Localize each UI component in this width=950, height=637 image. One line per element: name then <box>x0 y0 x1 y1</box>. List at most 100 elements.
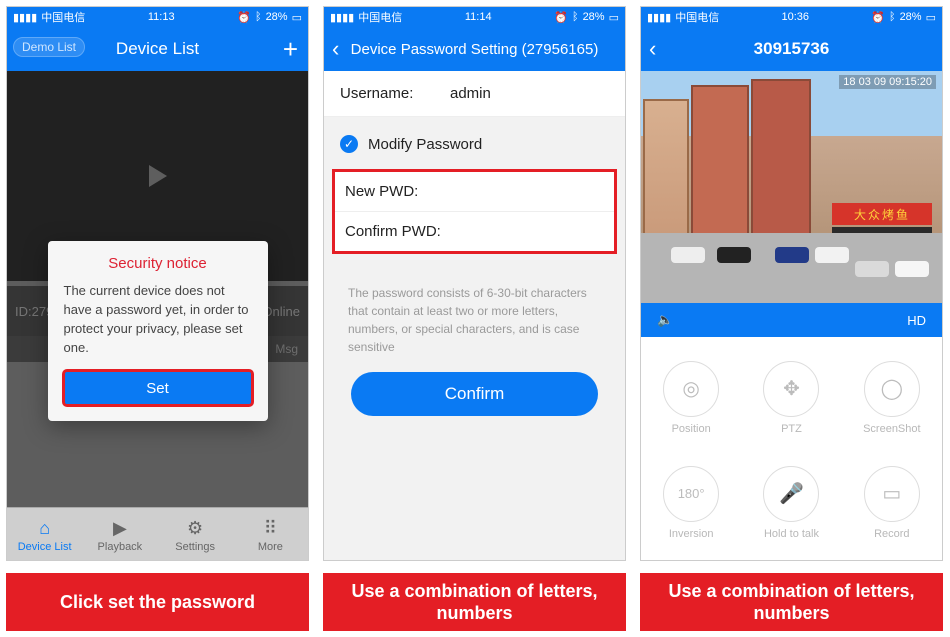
header: Demo List Device List + <box>7 27 308 71</box>
hd-toggle[interactable]: HD <box>907 313 926 328</box>
page-title: 30915736 <box>754 39 830 59</box>
add-device-icon[interactable]: + <box>283 34 298 65</box>
phone-1: ▮▮▮▮ 中国电信 11:13 ⏰ ᛒ 28% ▭ Demo List Device L… <box>6 6 309 561</box>
password-fields-group: New PWD: Confirm PWD: <box>332 169 617 254</box>
battery-icon: ▭ <box>292 11 302 24</box>
ctrl-label: ScreenShot <box>863 423 920 435</box>
carrier: 中国电信 <box>41 9 85 25</box>
tab-settings[interactable]: ⚙ Settings <box>158 508 233 561</box>
car <box>815 247 849 263</box>
camera-timestamp: 18 03 09 09:15:20 <box>839 75 936 89</box>
status-bar: ▮▮▮▮ 中国电信 11:13 ⏰ ᛒ 28% ▭ <box>7 7 308 27</box>
tab-label: Device List <box>18 541 72 553</box>
record-icon: ▭ <box>864 466 920 522</box>
page-title: Device List <box>116 39 199 59</box>
confirm-pwd-row[interactable]: Confirm PWD: <box>335 212 614 251</box>
clock: 10:36 <box>781 11 809 23</box>
car <box>671 247 705 263</box>
battery-icon: ▭ <box>609 11 619 24</box>
status-bar: ▮▮▮▮中国电信 10:36 ⏰ᛒ28%▭ <box>641 7 942 27</box>
carrier: 中国电信 <box>675 9 719 25</box>
password-hint: The password consists of 6-30-bit charac… <box>324 254 625 370</box>
inversion-icon: 180° <box>663 466 719 522</box>
building <box>643 99 689 255</box>
battery-pct: 28% <box>900 11 922 23</box>
status-bar: ▮▮▮▮ 中国电信 11:14 ⏰ ᛒ 28% ▭ <box>324 7 625 27</box>
back-icon[interactable]: ‹ <box>649 36 656 62</box>
alarm-icon: ⏰ <box>871 11 885 24</box>
clock: 11:14 <box>465 11 492 23</box>
ctrl-label: Hold to talk <box>764 528 819 540</box>
modal-body: The current device does not have a passw… <box>64 282 252 357</box>
signal-icon: ▮▮▮▮ <box>330 11 354 24</box>
home-icon: ⌂ <box>39 518 50 539</box>
ctrl-label: Record <box>874 528 909 540</box>
back-icon[interactable]: ‹ <box>332 36 339 62</box>
alarm-icon: ⏰ <box>237 11 251 24</box>
gear-icon: ⚙ <box>187 518 203 539</box>
car <box>895 261 929 277</box>
tab-device-list[interactable]: ⌂ Device List <box>7 508 82 561</box>
header: ‹ Device Password Setting (27956165) <box>324 27 625 71</box>
car <box>855 261 889 277</box>
tab-more[interactable]: ⠿ More <box>233 508 308 561</box>
checkmark-icon: ✓ <box>340 135 358 153</box>
tab-label: Playback <box>98 541 143 553</box>
device-list-body: ID:27956165 LANOnline Alarm Msg Security… <box>7 71 308 561</box>
car <box>717 247 751 263</box>
security-notice-modal: Security notice The current device does … <box>48 241 268 421</box>
ctrl-label: Inversion <box>669 528 714 540</box>
demo-list-pill[interactable]: Demo List <box>13 37 85 57</box>
ctrl-ptz[interactable]: ✥ PTZ <box>763 361 819 435</box>
username-value: admin <box>450 85 491 102</box>
bluetooth-icon: ᛒ <box>255 11 262 23</box>
building <box>751 79 811 255</box>
caption-1: Click set the password <box>6 573 309 631</box>
mute-icon[interactable]: 🔈 <box>657 312 673 328</box>
set-button[interactable]: Set <box>64 371 252 405</box>
ctrl-talk[interactable]: 🎤Hold to talk <box>763 466 819 540</box>
signal-icon: ▮▮▮▮ <box>13 11 37 24</box>
signal-icon: ▮▮▮▮ <box>647 11 671 24</box>
tab-label: More <box>258 541 283 553</box>
camera-icon: ◯ <box>864 361 920 417</box>
clock: 11:13 <box>148 11 175 23</box>
new-pwd-row[interactable]: New PWD: <box>335 172 614 212</box>
modify-password-row[interactable]: ✓ Modify Password <box>324 117 625 167</box>
bluetooth-icon: ᛒ <box>889 11 896 23</box>
tab-label: Settings <box>175 541 215 553</box>
phone-3: ▮▮▮▮ 中国电信 10:36 ⏰ ᛒ 28% ▭ ‹ 30915736 大众烤鱼 <box>640 6 943 561</box>
caption-3: Use a combination of letters, numbers <box>640 573 943 631</box>
confirm-pwd-label: Confirm PWD: <box>345 223 441 240</box>
battery-pct: 28% <box>266 11 288 23</box>
store-sign: 大众烤鱼 <box>832 203 932 225</box>
ctrl-label: PTZ <box>781 423 802 435</box>
modal-title: Security notice <box>64 255 252 272</box>
ctrl-position[interactable]: ◎ Position <box>663 361 719 435</box>
ptz-icon: ✥ <box>763 361 819 417</box>
username-row: Username: admin <box>324 71 625 117</box>
confirm-button[interactable]: Confirm <box>351 372 598 416</box>
modify-password-label: Modify Password <box>368 136 482 153</box>
ctrl-record[interactable]: ▭ Record <box>864 466 920 540</box>
ctrl-screenshot[interactable]: ◯ ScreenShot <box>863 361 920 435</box>
video-toolbar: 🔈 HD <box>641 303 942 337</box>
position-icon: ◎ <box>663 361 719 417</box>
carrier: 中国电信 <box>358 9 402 25</box>
battery-pct: 28% <box>583 11 605 23</box>
page-title: Device Password Setting (27956165) <box>351 41 599 58</box>
header: ‹ 30915736 <box>641 27 942 71</box>
tab-playback[interactable]: ▶ Playback <box>82 508 157 561</box>
caption-2: Use a combination of letters, numbers <box>323 573 626 631</box>
more-icon: ⠿ <box>264 518 277 539</box>
live-view-body: 大众烤鱼 18 03 09 09:15:20 🔈 HD ◎Positi <box>641 71 942 561</box>
phone-2: ▮▮▮▮ 中国电信 11:14 ⏰ ᛒ 28% ▭ ‹ Device Password … <box>323 6 626 561</box>
ctrl-inversion[interactable]: 180° Inversion <box>663 466 719 540</box>
controls-grid: ◎ Position ✥ PTZ ◯ ScreenShot 180° Inversion… <box>641 337 942 561</box>
bluetooth-icon: ᛒ <box>572 11 579 23</box>
alarm-icon: ⏰ <box>554 11 568 24</box>
ctrl-label: Position <box>672 423 711 435</box>
password-setting-body: Username: admin ✓ Modify Password New PW… <box>324 71 625 561</box>
camera-view[interactable]: 大众烤鱼 18 03 09 09:15:20 <box>641 71 942 303</box>
playback-icon: ▶ <box>113 518 127 539</box>
